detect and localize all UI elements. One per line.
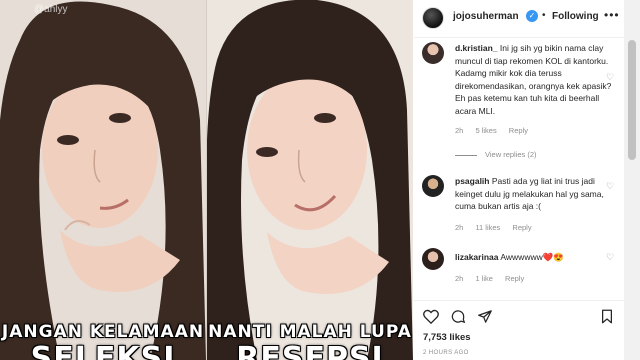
comment-reply[interactable]: Reply <box>512 223 531 232</box>
portrait-illustration-left <box>0 0 206 360</box>
comment-time: 2h <box>455 223 464 232</box>
comment-time: 2h <box>455 126 464 135</box>
post-sidebar: jojosuherman ✓ • Following ••• d.kristia… <box>414 0 624 360</box>
comment-username[interactable]: psagalih <box>455 176 489 186</box>
view-replies-button[interactable]: View replies (2) <box>455 150 537 159</box>
author-avatar[interactable] <box>422 7 444 29</box>
comment-icon[interactable] <box>450 309 466 324</box>
comment-meta: 2h 11 likes Reply <box>455 223 542 232</box>
comment-time: 2h <box>455 274 464 283</box>
caption-left-line1: JANGAN KELAMAAN <box>1 322 205 342</box>
watermark-text: @ahlyy <box>34 4 68 15</box>
caption-right-line2: RESEPSI <box>236 342 384 360</box>
caption-right-line1: NANTI MALAH LUPA <box>208 322 412 342</box>
commenter-avatar[interactable] <box>422 175 444 197</box>
like-comment-heart-icon[interactable]: ♡ <box>606 252 614 263</box>
comment-body: lizakarinaa Awwwwww❤️😍 <box>455 251 615 264</box>
view-replies-label: View replies (2) <box>485 150 537 159</box>
commenter-avatar[interactable] <box>422 42 444 64</box>
more-options-icon[interactable]: ••• <box>604 8 620 22</box>
photo-right: NANTI MALAH LUPA RESEPSI <box>207 0 413 360</box>
comment-text: Awwwwww <box>500 252 543 262</box>
caption-left-line2: SELEKSI <box>30 342 176 360</box>
commenter-avatar[interactable] <box>422 248 444 270</box>
photo-left: @ahlyy JANGAN KELAMAAN SELEKSI <box>0 0 206 360</box>
header-separator: • <box>542 10 546 21</box>
comment-likes[interactable]: 11 likes <box>475 223 500 232</box>
post-actions-bar <box>414 300 624 330</box>
post-timestamp[interactable]: 2 HOURS AGO <box>423 350 469 356</box>
comment-reply[interactable]: Reply <box>509 126 528 135</box>
comment-body: psagalih Pasti ada yg liat ini trus jadi… <box>455 175 615 213</box>
comment-username[interactable]: lizakarinaa <box>455 252 498 262</box>
replies-line <box>455 154 477 156</box>
following-button[interactable]: Following <box>552 11 599 22</box>
comment-username[interactable]: d.kristian_ <box>455 43 498 53</box>
post-media[interactable]: @ahlyy JANGAN KELAMAAN SELEKSI NANTI MAL… <box>0 0 413 360</box>
comment-likes[interactable]: 1 like <box>475 274 493 283</box>
comment-emoji: ❤️😍 <box>542 252 564 262</box>
share-icon[interactable] <box>477 309 493 324</box>
bookmark-icon[interactable] <box>600 309 614 324</box>
heart-icon[interactable] <box>423 309 439 324</box>
verified-badge-icon: ✓ <box>526 10 538 22</box>
like-comment-heart-icon[interactable]: ♡ <box>606 72 614 83</box>
comment-meta: 2h 5 likes Reply <box>455 126 538 135</box>
author-username[interactable]: jojosuherman <box>453 11 519 22</box>
post-header: jojosuherman ✓ • Following ••• <box>414 0 624 38</box>
post-likes-count[interactable]: 7,753 likes <box>423 332 471 343</box>
comment-reply[interactable]: Reply <box>505 274 524 283</box>
comment-body: d.kristian_ Ini jg sih yg bikin nama cla… <box>455 42 615 117</box>
comment-likes[interactable]: 5 likes <box>475 126 496 135</box>
comment-meta: 2h 1 like Reply <box>455 274 534 283</box>
comment-text: Ini jg sih yg bikin nama clay muncul di … <box>455 43 612 116</box>
like-comment-heart-icon[interactable]: ♡ <box>606 181 614 192</box>
portrait-illustration-right <box>207 0 413 360</box>
scrollbar-thumb[interactable] <box>628 40 636 160</box>
